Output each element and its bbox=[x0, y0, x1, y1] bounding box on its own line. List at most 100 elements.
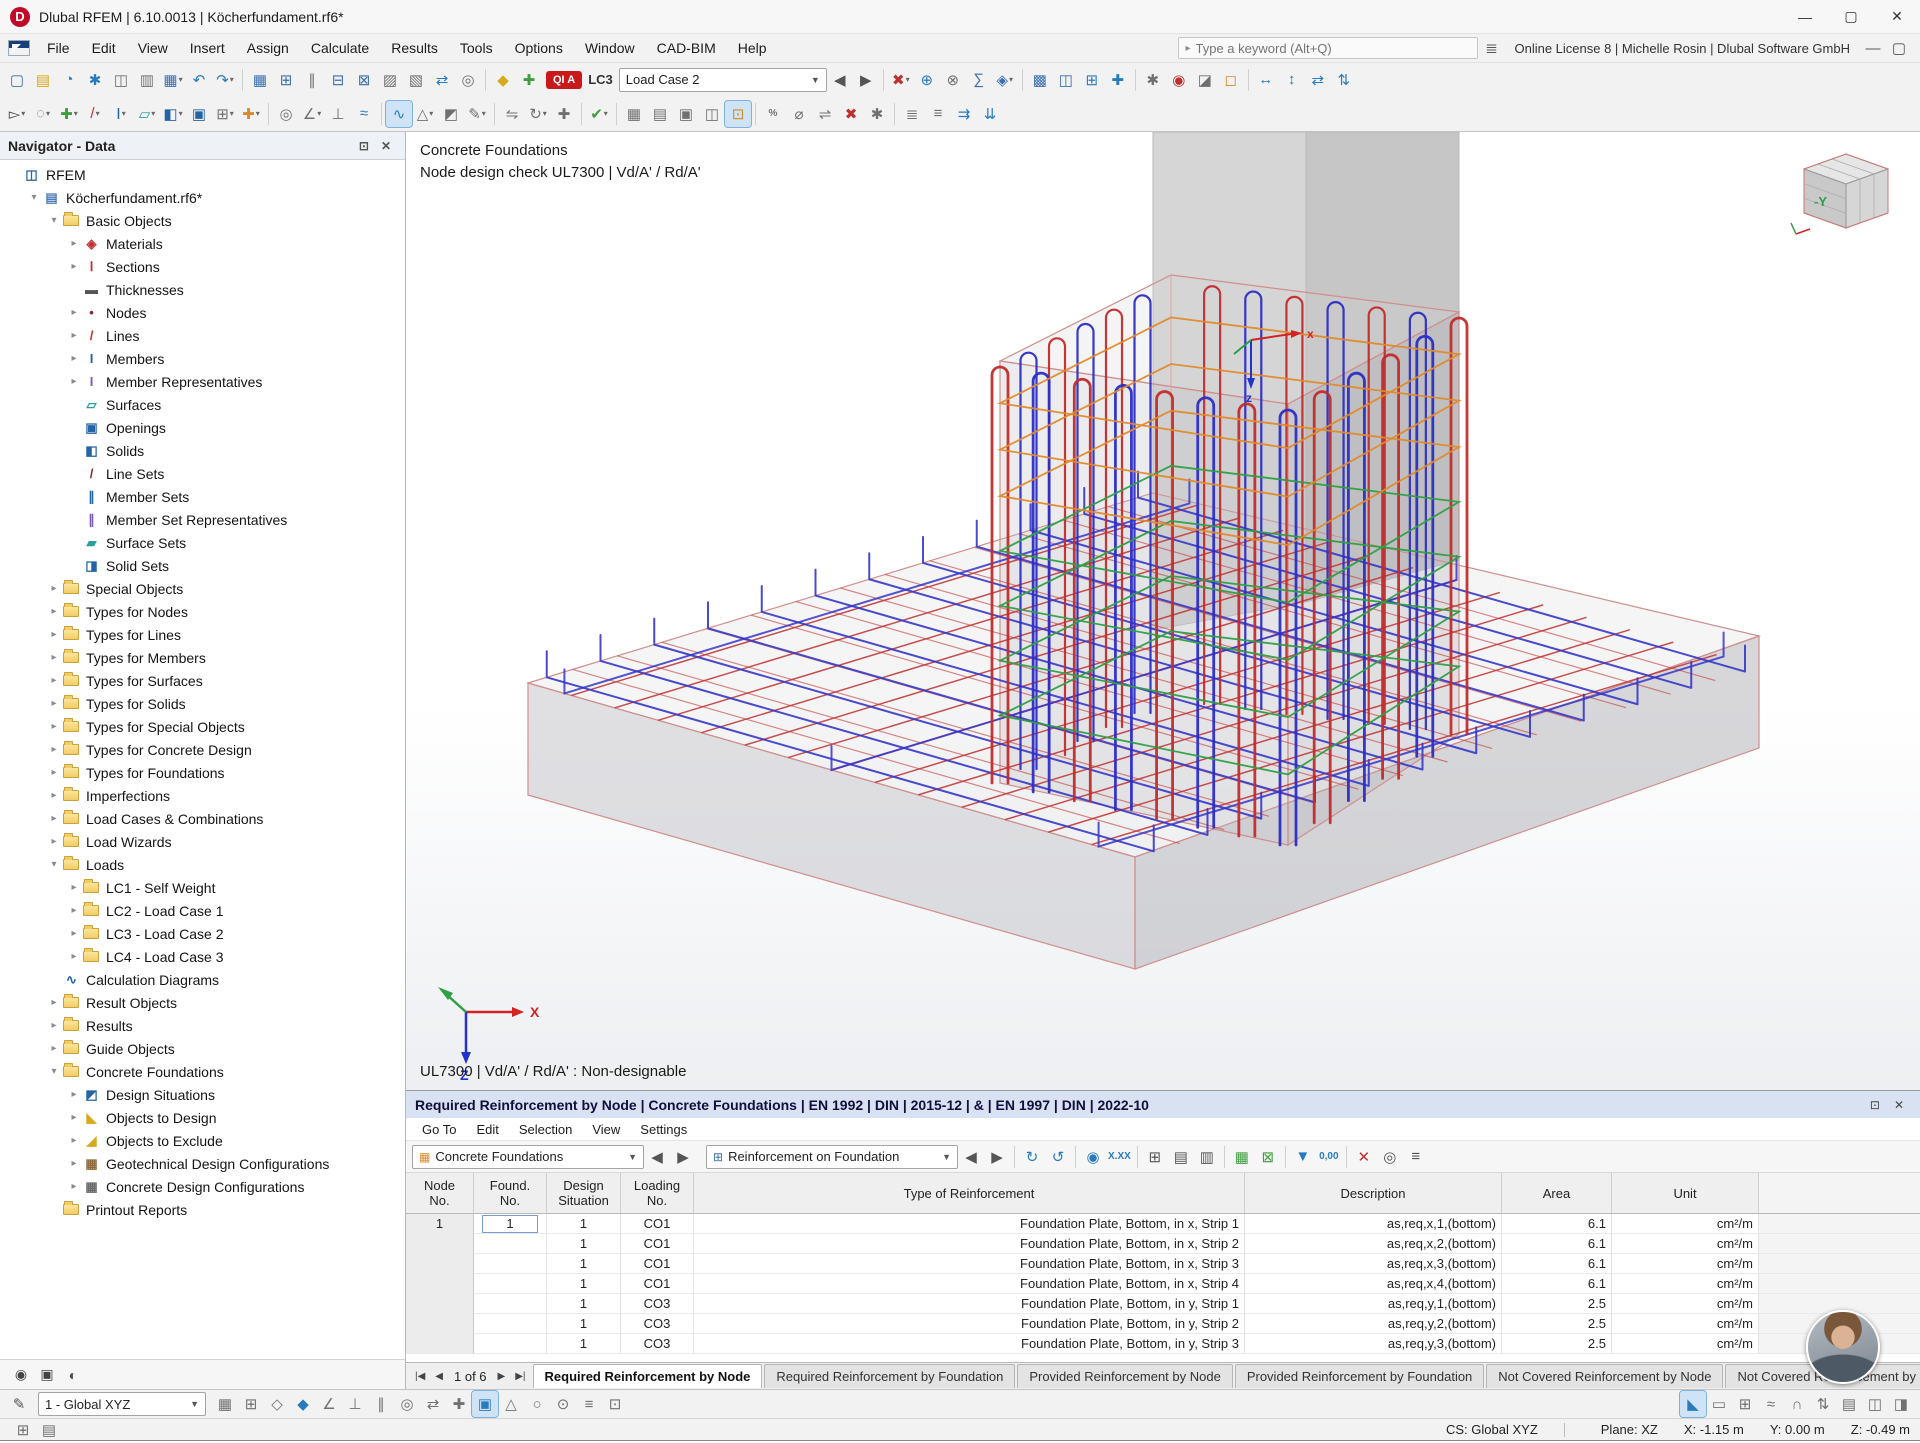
cell-found-no[interactable] bbox=[474, 1234, 547, 1254]
printout-report-icon[interactable]: ▥ bbox=[134, 67, 160, 93]
expand-chevron-icon[interactable]: ▸ bbox=[66, 1181, 82, 1192]
panel-toggle-icon[interactable]: ◫ bbox=[1862, 1391, 1888, 1417]
cell-node-no[interactable] bbox=[406, 1294, 474, 1314]
swap-icon[interactable]: ⇄ bbox=[1305, 67, 1331, 93]
cell-area[interactable]: 2.5 bbox=[1502, 1294, 1612, 1314]
navigator-toggle-icon[interactable]: ◫ bbox=[108, 67, 134, 93]
table-menu-edit[interactable]: Edit bbox=[466, 1122, 508, 1137]
mode-icon[interactable]: ▤ bbox=[36, 1417, 62, 1443]
cell-found-no[interactable] bbox=[474, 1314, 547, 1334]
parallel-snap-icon[interactable]: ∥ bbox=[368, 1391, 394, 1417]
render-mode-badge[interactable]: QI A bbox=[546, 71, 582, 89]
visibility-eye-icon[interactable]: ◉ bbox=[8, 1362, 34, 1388]
cell-area[interactable]: 6.1 bbox=[1502, 1274, 1612, 1294]
table-print-icon[interactable]: ▧ bbox=[403, 67, 429, 93]
cell-unit[interactable]: cm²/m bbox=[1612, 1214, 1759, 1234]
load-transfer-icon[interactable]: ◆ bbox=[490, 67, 516, 93]
load-case-combo[interactable]: Load Case 2▼ bbox=[619, 68, 827, 92]
snap-icon[interactable]: ◎ bbox=[273, 101, 299, 127]
select-arrow-icon[interactable]: ▻▾ bbox=[4, 101, 30, 127]
rotate-icon[interactable]: ↻▾ bbox=[525, 101, 551, 127]
mirror-icon[interactable]: ⇋ bbox=[499, 101, 525, 127]
expand-chevron-icon[interactable]: ▸ bbox=[66, 261, 82, 272]
view-xy-icon[interactable]: ▤ bbox=[647, 101, 673, 127]
sync-view-icon[interactable]: ↻ bbox=[1019, 1144, 1045, 1170]
table-row[interactable]: 1CO1Foundation Plate, Bottom, in x, Stri… bbox=[406, 1254, 1920, 1274]
column-header-design-situation[interactable]: Design Situation bbox=[547, 1173, 621, 1213]
find-object-icon[interactable]: ◉ bbox=[1166, 67, 1192, 93]
cell-design-situation[interactable]: 1 bbox=[547, 1274, 621, 1294]
add-set-icon[interactable]: ⊞▾ bbox=[212, 101, 238, 127]
tree-item-types-for-nodes[interactable]: ▸Types for Nodes bbox=[0, 600, 405, 623]
tree-item-types-for-concrete-design[interactable]: ▸Types for Concrete Design bbox=[0, 738, 405, 761]
menu-cad-bim[interactable]: CAD-BIM bbox=[646, 36, 727, 60]
float-panel-icon[interactable]: ⊡ bbox=[1863, 1098, 1887, 1112]
menu-options[interactable]: Options bbox=[504, 36, 574, 60]
undo-icon[interactable]: ↶ bbox=[186, 67, 212, 93]
view-xz-icon[interactable]: ▣ bbox=[673, 101, 699, 127]
tree-item-lc4-load-case-3[interactable]: ▸LC4 - Load Case 3 bbox=[0, 945, 405, 968]
cell-description[interactable]: as,req,y,3,(bottom) bbox=[1245, 1334, 1502, 1354]
send-back-icon[interactable]: ⇉ bbox=[951, 101, 977, 127]
column-header-area[interactable]: Area bbox=[1502, 1173, 1612, 1213]
tree-item-types-for-solids[interactable]: ▸Types for Solids bbox=[0, 692, 405, 715]
cell-type-of-reinforcement[interactable]: Foundation Plate, Bottom, in x, Strip 1 bbox=[694, 1214, 1245, 1234]
coordinate-system-combo[interactable]: 1 - Global XYZ▼ bbox=[38, 1392, 206, 1416]
view-yz-icon[interactable]: ◫ bbox=[699, 101, 725, 127]
column-header-found-no[interactable]: Found. No. bbox=[474, 1173, 547, 1213]
tree-item-openings[interactable]: ▣Openings bbox=[0, 416, 405, 439]
close-panel-icon[interactable]: ✕ bbox=[1887, 1098, 1911, 1112]
expand-chevron-icon[interactable]: ▸ bbox=[66, 1112, 82, 1123]
expand-chevron-icon[interactable]: ▸ bbox=[46, 675, 62, 686]
add-load-icon[interactable]: ✚ bbox=[516, 67, 542, 93]
teamwork-icon[interactable]: ◔ bbox=[56, 67, 82, 93]
tab-provided-reinforcement-by-node[interactable]: Provided Reinforcement by Node bbox=[1017, 1364, 1233, 1388]
menu-insert[interactable]: Insert bbox=[179, 36, 236, 60]
surface-snap-icon[interactable]: ≈ bbox=[1758, 1391, 1784, 1417]
add-node-icon[interactable]: ✚▾ bbox=[56, 101, 82, 127]
expand-chevron-icon[interactable]: ▸ bbox=[46, 652, 62, 663]
tab-provided-reinforcement-by-foundation[interactable]: Provided Reinforcement by Foundation bbox=[1235, 1364, 1484, 1388]
prev-load-case-icon[interactable]: ◀ bbox=[827, 67, 853, 93]
table-grid-icon[interactable]: ⊞ bbox=[273, 67, 299, 93]
cell-design-situation[interactable]: 1 bbox=[547, 1334, 621, 1354]
active-snap-icon[interactable]: ▣ bbox=[472, 1391, 498, 1417]
cell-description[interactable]: as,req,x,1,(bottom) bbox=[1245, 1214, 1502, 1234]
tree-item-materials[interactable]: ▸◈Materials bbox=[0, 232, 405, 255]
cell-description[interactable]: as,req,y,2,(bottom) bbox=[1245, 1314, 1502, 1334]
cell-area[interactable]: 2.5 bbox=[1502, 1334, 1612, 1354]
prev-item-icon[interactable]: ◀ bbox=[958, 1144, 984, 1170]
solid-view-icon[interactable]: ◪ bbox=[1192, 67, 1218, 93]
sync-selection-icon[interactable]: ↺ bbox=[1045, 1144, 1071, 1170]
result-panel-icon[interactable]: ◫ bbox=[1053, 67, 1079, 93]
search-options-icon[interactable]: ≣ bbox=[1478, 35, 1504, 61]
ribbon-layout-icon[interactable]: ▢ bbox=[1886, 35, 1912, 61]
move-icon[interactable]: ↔ bbox=[1253, 67, 1279, 93]
table-row[interactable]: 1CO1Foundation Plate, Bottom, in x, Stri… bbox=[406, 1234, 1920, 1254]
report-view-icon[interactable]: ▥ bbox=[1194, 1144, 1220, 1170]
cell-found-no[interactable] bbox=[474, 1274, 547, 1294]
ortho-icon[interactable]: ⊥ bbox=[325, 101, 351, 127]
add-surface-icon[interactable]: ▱▾ bbox=[134, 101, 160, 127]
tab-not-covered-reinforcement-by-node[interactable]: Not Covered Reinforcement by Node bbox=[1486, 1364, 1723, 1388]
tree-item-printout-reports[interactable]: Printout Reports bbox=[0, 1198, 405, 1221]
table-toggle-icon[interactable]: ▤ bbox=[1836, 1391, 1862, 1417]
menu-window[interactable]: Window bbox=[574, 36, 646, 60]
xsc-table-icon[interactable]: ▨ bbox=[377, 67, 403, 93]
add-line-icon[interactable]: /▾ bbox=[82, 101, 108, 127]
expand-chevron-icon[interactable]: ▸ bbox=[66, 1135, 82, 1146]
tree-item-geotechnical-design-configurations[interactable]: ▸▦Geotechnical Design Configurations bbox=[0, 1152, 405, 1175]
tree-item-member-representatives[interactable]: ▸IMember Representatives bbox=[0, 370, 405, 393]
cell-design-situation[interactable]: 1 bbox=[547, 1254, 621, 1274]
new-model-icon[interactable]: ▢ bbox=[4, 67, 30, 93]
target-icon[interactable]: ◎ bbox=[455, 67, 481, 93]
expand-chevron-icon[interactable]: ▸ bbox=[66, 882, 82, 893]
cell-design-situation[interactable]: 1 bbox=[547, 1234, 621, 1254]
table-row[interactable]: 1CO3Foundation Plate, Bottom, in y, Stri… bbox=[406, 1334, 1920, 1354]
cell-found-no[interactable] bbox=[474, 1294, 547, 1314]
export-icon[interactable]: ⊠ bbox=[1255, 1144, 1281, 1170]
resize-icon[interactable]: ↕ bbox=[1279, 67, 1305, 93]
cell-unit[interactable]: cm²/m bbox=[1612, 1254, 1759, 1274]
expand-chevron-icon[interactable]: ▸ bbox=[46, 790, 62, 801]
cell-area[interactable]: 6.1 bbox=[1502, 1214, 1612, 1234]
